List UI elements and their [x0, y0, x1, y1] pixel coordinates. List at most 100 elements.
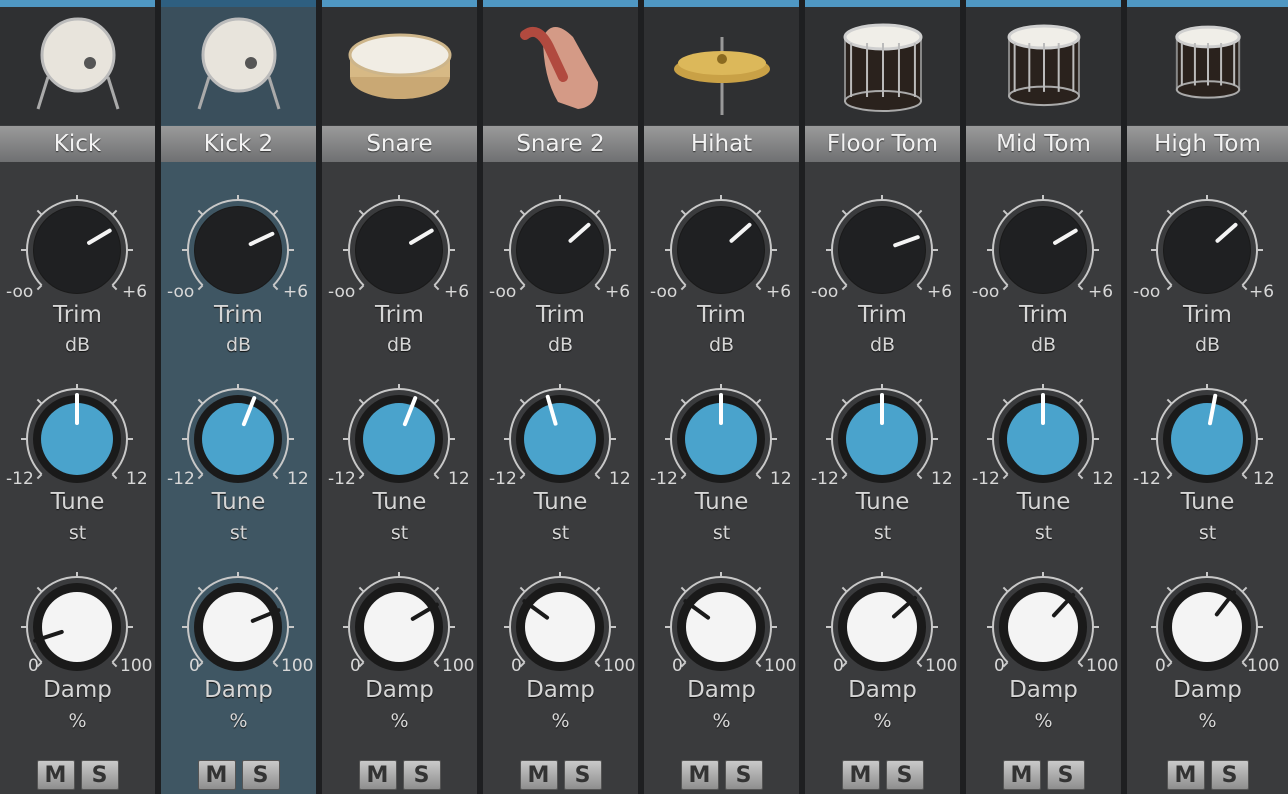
- trim-knob[interactable]: [181, 195, 296, 305]
- channel-strip-3[interactable]: Snare -oo +6 Trim dB -12 12 Tune st 0 10…: [322, 0, 477, 794]
- tune-knob[interactable]: [20, 384, 135, 494]
- channel-name[interactable]: Snare: [322, 126, 477, 162]
- solo-button[interactable]: S: [885, 760, 924, 790]
- tune-min-label: -12: [489, 469, 517, 489]
- trim-max-label: +6: [1249, 282, 1275, 302]
- channel-name[interactable]: High Tom: [1127, 126, 1288, 162]
- trim-knob[interactable]: [986, 195, 1101, 305]
- trim-knob[interactable]: [825, 195, 940, 305]
- mute-button[interactable]: M: [680, 760, 719, 790]
- solo-button[interactable]: S: [1210, 760, 1249, 790]
- tune-unit: st: [1034, 522, 1053, 544]
- tune-max-label: 12: [1092, 469, 1114, 489]
- mute-solo-group: M S: [322, 760, 477, 794]
- solo-button[interactable]: S: [1046, 760, 1085, 790]
- mute-button[interactable]: M: [841, 760, 880, 790]
- trim-unit: dB: [225, 334, 252, 356]
- channel-strip-5[interactable]: Hihat -oo +6 Trim dB -12 12 Tune st 0 10…: [644, 0, 799, 794]
- trim-knob[interactable]: [1150, 195, 1265, 305]
- damp-label: Damp: [365, 677, 434, 703]
- channel-name[interactable]: Hihat: [644, 126, 799, 162]
- channel-strip-6[interactable]: Floor Tom -oo +6 Trim dB -12 12 Tune st …: [805, 0, 960, 794]
- mute-solo-group: M S: [0, 760, 155, 794]
- damp-label: Damp: [43, 677, 112, 703]
- channel-strip-8[interactable]: High Tom -oo +6 Trim dB -12 12 Tune st 0…: [1127, 0, 1288, 794]
- kick-drum-icon: [197, 17, 281, 110]
- mute-button[interactable]: M: [197, 760, 236, 790]
- tune-label: Tune: [1016, 489, 1071, 515]
- instrument-thumbnail: [483, 7, 638, 125]
- solo-button[interactable]: S: [724, 760, 763, 790]
- channel-strip-7[interactable]: Mid Tom -oo +6 Trim dB -12 12 Tune st 0 …: [966, 0, 1121, 794]
- tune-label: Tune: [855, 489, 910, 515]
- damp-unit: %: [1034, 710, 1053, 732]
- trim-max-label: +6: [122, 282, 148, 302]
- channel-strip-2[interactable]: Kick 2 -oo +6 Trim dB -12 12 Tune st 0 1…: [161, 0, 316, 794]
- tune-unit: st: [873, 522, 892, 544]
- tune-unit: st: [1198, 522, 1217, 544]
- mute-button[interactable]: M: [519, 760, 558, 790]
- floor-tom-icon: [843, 23, 923, 112]
- solo-button[interactable]: S: [241, 760, 280, 790]
- tune-label: Tune: [372, 489, 427, 515]
- tune-max-label: 12: [609, 469, 631, 489]
- trim-unit: dB: [1030, 334, 1057, 356]
- damp-max-label: 100: [281, 656, 314, 676]
- hihat-cymbal-icon: [674, 37, 770, 115]
- damp-min-label: 0: [994, 656, 1005, 676]
- tune-knob[interactable]: [342, 384, 457, 494]
- tune-knob[interactable]: [503, 384, 618, 494]
- trim-knob[interactable]: [503, 195, 618, 305]
- solo-button[interactable]: S: [80, 760, 119, 790]
- tune-knob[interactable]: [986, 384, 1101, 494]
- mute-button[interactable]: M: [1166, 760, 1205, 790]
- channel-top-bar: [805, 0, 960, 7]
- trim-knob[interactable]: [20, 195, 135, 305]
- tune-knob[interactable]: [664, 384, 779, 494]
- trim-unit: dB: [547, 334, 574, 356]
- tune-max-label: 12: [1253, 469, 1275, 489]
- mute-solo-group: M S: [161, 760, 316, 794]
- mute-button[interactable]: M: [1002, 760, 1041, 790]
- trim-knob[interactable]: [664, 195, 779, 305]
- damp-min-label: 0: [28, 656, 39, 676]
- trim-knob[interactable]: [342, 195, 457, 305]
- channel-strip-4[interactable]: Snare 2 -oo +6 Trim dB -12 12 Tune st 0 …: [483, 0, 638, 794]
- channel-name[interactable]: Snare 2: [483, 126, 638, 162]
- mute-button[interactable]: M: [36, 760, 75, 790]
- damp-max-label: 100: [1086, 656, 1119, 676]
- high-tom-icon: [1175, 25, 1241, 99]
- channel-name[interactable]: Kick 2: [161, 126, 316, 162]
- trim-min-label: -oo: [489, 282, 517, 302]
- tune-max-label: 12: [931, 469, 953, 489]
- trim-min-label: -oo: [6, 282, 34, 302]
- tune-knob[interactable]: [181, 384, 296, 494]
- damp-min-label: 0: [511, 656, 522, 676]
- trim-max-label: +6: [444, 282, 470, 302]
- channel-name[interactable]: Floor Tom: [805, 126, 960, 162]
- damp-label: Damp: [687, 677, 756, 703]
- damp-min-label: 0: [189, 656, 200, 676]
- mute-solo-group: M S: [966, 760, 1121, 794]
- tune-unit: st: [712, 522, 731, 544]
- channel-top-bar: [161, 0, 316, 7]
- tune-label: Tune: [1180, 489, 1235, 515]
- tune-label: Tune: [694, 489, 749, 515]
- damp-max-label: 100: [1247, 656, 1280, 676]
- channel-name[interactable]: Mid Tom: [966, 126, 1121, 162]
- channel-strip-1[interactable]: Kick -oo +6 Trim dB -12 12 Tune st 0 100…: [0, 0, 155, 794]
- solo-button[interactable]: S: [402, 760, 441, 790]
- mute-solo-group: M S: [1127, 760, 1288, 794]
- mute-button[interactable]: M: [358, 760, 397, 790]
- tune-max-label: 12: [448, 469, 470, 489]
- solo-button[interactable]: S: [563, 760, 602, 790]
- instrument-thumbnail: [1127, 7, 1288, 125]
- channel-name[interactable]: Kick: [0, 126, 155, 162]
- trim-min-label: -oo: [1133, 282, 1161, 302]
- tune-unit: st: [551, 522, 570, 544]
- trim-unit: dB: [708, 334, 735, 356]
- tune-max-label: 12: [770, 469, 792, 489]
- damp-min-label: 0: [672, 656, 683, 676]
- tune-knob[interactable]: [1150, 384, 1265, 494]
- tune-knob[interactable]: [825, 384, 940, 494]
